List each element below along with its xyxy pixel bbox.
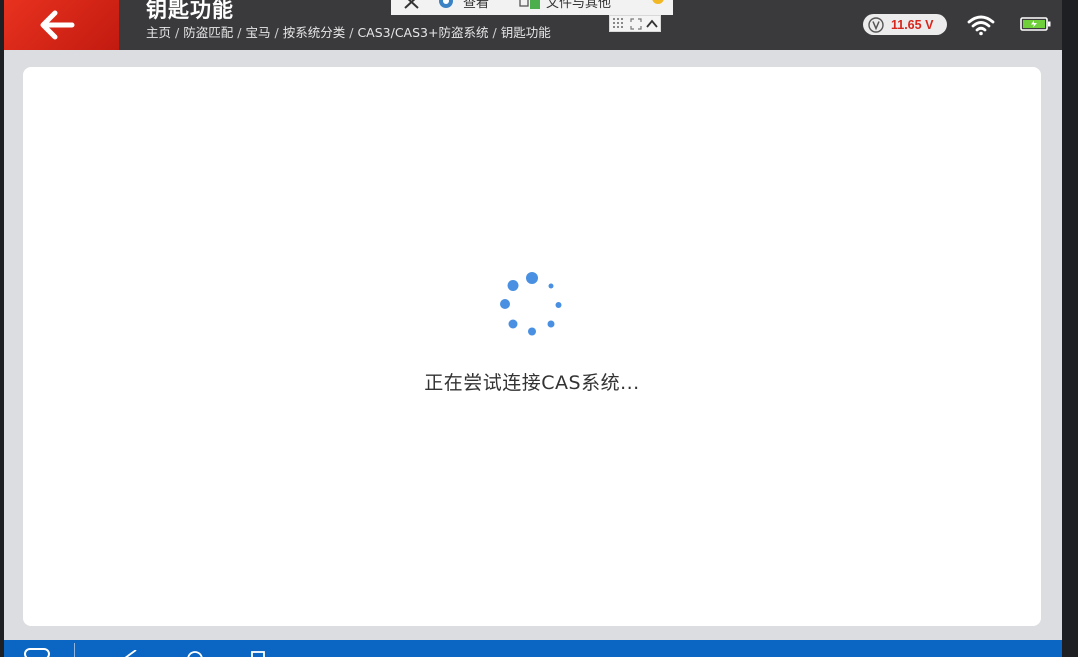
breadcrumb-cas3[interactable]: CAS3/CAS3+防盗系统 — [357, 25, 488, 40]
system-nav-bar — [4, 640, 1062, 657]
breadcrumb-separator: / — [237, 25, 242, 40]
app-screen: 钥匙功能 主页 / 防盗匹配 / 宝马 / 按系统分类 / CAS3/CAS3+防盗系统 / 钥匙功… — [4, 0, 1062, 657]
content-card: 正在尝试连接CAS系统... — [23, 67, 1041, 626]
breadcrumb-bmw[interactable]: 宝马 — [245, 25, 270, 40]
app-icon[interactable] — [24, 648, 50, 657]
voltmeter-icon — [868, 16, 884, 33]
voltage-value: 11.65 V — [891, 17, 934, 32]
arrow-left-icon — [40, 10, 74, 40]
breadcrumb: 主页 / 防盗匹配 / 宝马 / 按系统分类 / CAS3/CAS3+防盗系统 / 钥匙功能 — [146, 22, 551, 41]
file-icon[interactable] — [519, 0, 543, 11]
breadcrumb-separator: / — [274, 25, 279, 40]
view-icon[interactable] — [437, 0, 455, 11]
grid-icon[interactable] — [613, 18, 625, 30]
breadcrumb-separator: / — [175, 25, 180, 40]
breadcrumb-key-function: 钥匙功能 — [500, 25, 551, 40]
voltage-indicator: 11.65 V — [863, 14, 947, 35]
app-header: 钥匙功能 主页 / 防盗匹配 / 宝马 / 按系统分类 / CAS3/CAS3+防盗系统 / 钥匙功… — [4, 0, 1062, 50]
emoji-icon[interactable] — [649, 0, 667, 8]
battery-icon — [1020, 17, 1051, 31]
back-nav-icon[interactable] — [122, 650, 140, 657]
chevron-up-icon[interactable] — [646, 18, 658, 30]
overlay-files-label[interactable]: 文件与其他 — [546, 0, 611, 11]
recent-apps-icon[interactable] — [250, 651, 266, 657]
home-nav-icon[interactable] — [186, 650, 204, 657]
loading-spinner — [500, 272, 562, 336]
expand-icon[interactable] — [630, 18, 642, 30]
overlay-mini-controls — [609, 15, 661, 32]
wifi-icon — [967, 15, 995, 36]
breadcrumb-separator: / — [492, 25, 497, 40]
overlay-toolbar: 查看 文件与其他 — [391, 0, 673, 15]
page-title: 钥匙功能 — [146, 0, 234, 22]
breadcrumb-by-system[interactable]: 按系统分类 — [283, 25, 346, 40]
overlay-view-label[interactable]: 查看 — [463, 0, 489, 11]
back-button[interactable] — [4, 0, 119, 50]
breadcrumb-separator: / — [349, 25, 354, 40]
close-icon[interactable] — [403, 0, 421, 10]
breadcrumb-home[interactable]: 主页 — [146, 25, 171, 40]
loading-message: 正在尝试连接CAS系统... — [424, 372, 640, 394]
nav-divider — [74, 643, 75, 657]
breadcrumb-immobilizer[interactable]: 防盗匹配 — [183, 25, 233, 40]
